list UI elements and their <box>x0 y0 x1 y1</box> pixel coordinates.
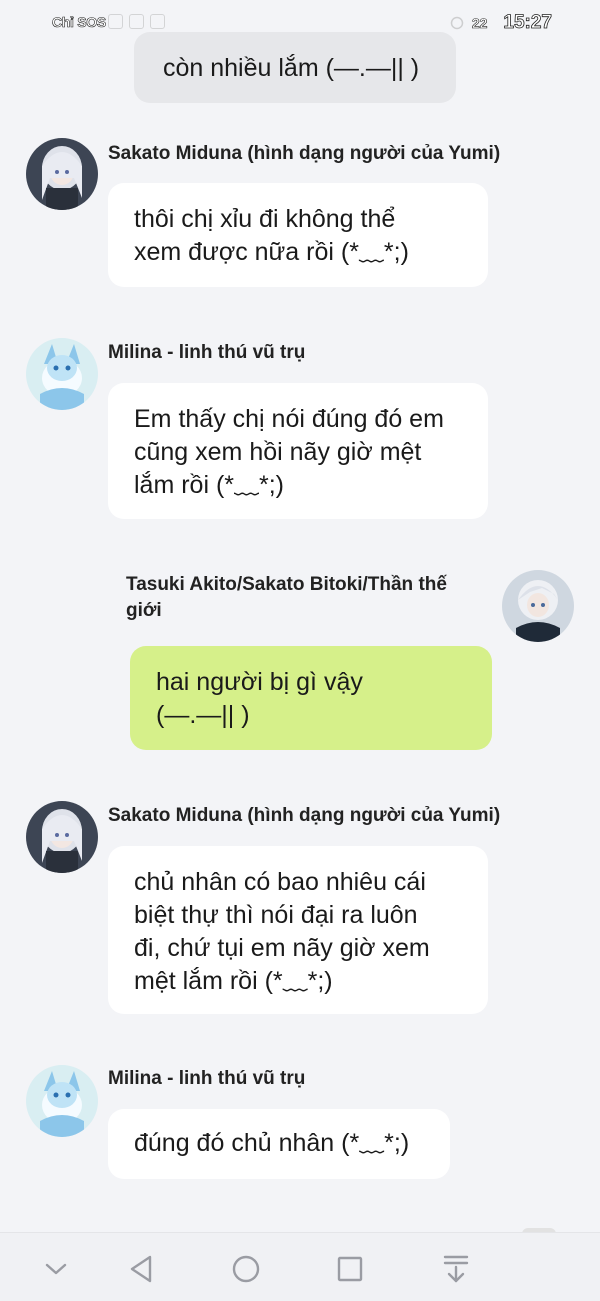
message-text-line: hai người bị gì vậy <box>156 668 363 696</box>
miduna-avatar-image <box>26 801 98 873</box>
download-icon[interactable] <box>438 1251 474 1287</box>
sender-name: Sakato Miduna (hình dạng người của Yumi) <box>108 805 501 826</box>
message-bubble[interactable]: đúng đó chủ nhân (*﹏*;) <box>108 1109 450 1179</box>
recents-square-icon[interactable] <box>332 1251 368 1287</box>
message-text-line: cũng xem hồi nãy giờ mệt <box>134 438 422 466</box>
message-bubble-own[interactable]: hai người bị gì vậy (—.—|| ) <box>130 646 492 750</box>
message-text-line: lắm rồi (*﹏*;) <box>134 471 285 499</box>
sender-name: Milina - linh thú vũ trụ <box>108 1068 306 1089</box>
clock: 15:27 <box>503 12 552 34</box>
message-text: còn nhiều lắm (—.—|| ) <box>163 54 420 82</box>
message-text-line: đi, chứ tụi em nãy giờ xem <box>134 934 430 962</box>
message-text-line: thôi chị xỉu đi không thể <box>134 205 396 233</box>
message-bubble[interactable]: thôi chị xỉu đi không thể xem được nữa r… <box>108 183 488 287</box>
wifi-icon <box>129 14 144 29</box>
carrier-label: Chỉ SOS <box>52 14 107 31</box>
app-icon <box>150 14 165 29</box>
message-text-line: xem được nữa rồi (*﹏*;) <box>134 238 409 266</box>
back-triangle-icon[interactable] <box>124 1251 160 1287</box>
avatar[interactable] <box>26 138 98 210</box>
notification-icons <box>108 14 165 29</box>
message-text-line: đúng đó chủ nhân (*﹏*;) <box>134 1129 410 1157</box>
miduna-avatar-image <box>26 138 98 210</box>
avatar[interactable] <box>26 338 98 410</box>
sender-name: Sakato Miduna (hình dạng người của Yumi) <box>108 143 501 164</box>
avatar[interactable] <box>26 1065 98 1137</box>
avatar[interactable] <box>26 801 98 873</box>
milina-avatar-image <box>26 1065 98 1137</box>
message-text-line: chủ nhân có bao nhiêu cái <box>134 868 426 896</box>
navigation-bar <box>0 1232 600 1301</box>
chevron-down-icon[interactable] <box>38 1251 74 1287</box>
message-bubble[interactable]: chủ nhân có bao nhiêu cái biệt thự thì n… <box>108 846 488 1014</box>
sender-name: Milina - linh thú vũ trụ <box>108 342 306 363</box>
notification-icon <box>108 14 123 29</box>
sender-name: Tasuki Akito/Sakato Bitoki/Thần thế giới <box>126 572 486 624</box>
avatar[interactable] <box>502 570 574 642</box>
message-bubble[interactable]: còn nhiều lắm (—.—|| ) <box>134 32 456 103</box>
message-bubble[interactable]: Em thấy chị nói đúng đó em cũng xem hồi … <box>108 383 488 519</box>
tasuki-avatar-image <box>502 570 574 642</box>
home-circle-icon[interactable] <box>228 1251 264 1287</box>
message-text-line: (—.—|| ) <box>156 701 250 729</box>
milina-avatar-image <box>26 338 98 410</box>
status-right: 22 15:27 <box>450 12 552 34</box>
message-text-line: mệt lắm rồi (*﹏*;) <box>134 967 333 995</box>
sender-name-line: giới <box>126 600 162 621</box>
message-text-line: biệt thự thì nói đại ra luôn <box>134 901 418 929</box>
message-text-line: Em thấy chị nói đúng đó em <box>134 405 444 433</box>
sender-name-line: Tasuki Akito/Sakato Bitoki/Thần thế <box>126 574 447 595</box>
alarm-icon <box>450 16 464 30</box>
battery-level: 22 <box>471 15 488 32</box>
